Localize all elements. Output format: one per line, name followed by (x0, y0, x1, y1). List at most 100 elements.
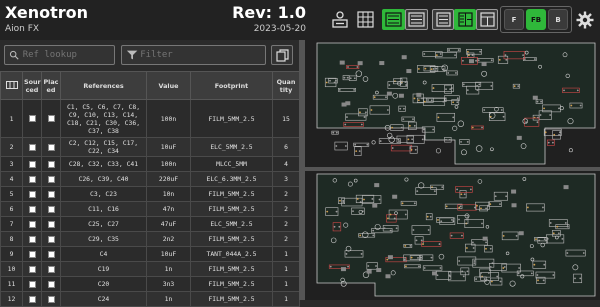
placed-checkbox[interactable] (41, 99, 61, 138)
value-header[interactable]: Value (146, 71, 191, 100)
layout-bom-only-button[interactable] (432, 9, 454, 30)
row-number: 5 (0, 186, 23, 202)
checkbox[interactable] (47, 220, 55, 228)
value-cell: 10n (146, 186, 191, 202)
filter-input[interactable] (140, 50, 265, 60)
footprint-cell: FILM_5MM_2.5 (190, 291, 273, 307)
bom-row[interactable]: 10 C19 1n FILM_5MM_2.5 1 (0, 261, 300, 277)
sourced-checkbox[interactable] (22, 137, 42, 157)
checkbox[interactable] (47, 265, 55, 273)
sourced-checkbox[interactable] (22, 261, 42, 277)
quantity-header[interactable]: Quan tity (272, 71, 300, 100)
checkbox[interactable] (28, 265, 36, 273)
copy-bom-button[interactable] (271, 45, 293, 65)
ref-lookup-input[interactable] (22, 50, 114, 60)
quantity-cell: 1 (272, 261, 300, 277)
checkbox[interactable] (47, 235, 55, 243)
bom-row[interactable]: 8 C29, C35 2n2 FILM_5MM_2.5 2 (0, 231, 300, 247)
placed-checkbox[interactable] (41, 276, 61, 292)
sourced-checkbox[interactable] (22, 99, 42, 138)
placed-checkbox[interactable] (41, 137, 61, 157)
layout-left-right-button[interactable] (454, 9, 476, 30)
checkbox[interactable] (28, 115, 36, 122)
company-name: Aion FX (5, 24, 40, 34)
row-number: 1 (0, 99, 23, 138)
bom-row[interactable]: 6 C11, C16 47n FILM_5MM_2.5 2 (0, 201, 300, 217)
column-selector-header[interactable] (0, 71, 23, 100)
sourced-checkbox[interactable] (22, 156, 42, 172)
sourced-checkbox[interactable] (22, 201, 42, 217)
checkbox[interactable] (47, 280, 55, 288)
bom-ungrouped-button[interactable] (405, 9, 428, 30)
checkbox[interactable] (47, 175, 55, 183)
bom-row[interactable]: 4 C26, C39, C40 220uF ELC_6.3MM_2.5 3 (0, 171, 300, 187)
checkbox[interactable] (28, 160, 36, 168)
sourced-checkbox[interactable] (22, 231, 42, 247)
placed-checkbox[interactable] (41, 186, 61, 202)
bom-table: Sour ced Plac ed References Value Footprin… (0, 71, 300, 307)
checkbox[interactable] (47, 205, 55, 213)
references-cell: C24 (60, 291, 147, 307)
references-header[interactable]: References (60, 71, 147, 100)
checkbox[interactable] (28, 143, 36, 151)
references-cell: C11, C16 (60, 201, 147, 217)
settings-button[interactable] (575, 9, 595, 30)
layer-back-button[interactable]: B (548, 9, 568, 30)
checkbox[interactable] (28, 250, 36, 258)
bom-row[interactable]: 12 C24 1n FILM_5MM_2.5 1 (0, 291, 300, 307)
layer-front-back-button[interactable]: FB (526, 9, 546, 30)
sourced-checkbox[interactable] (22, 246, 42, 262)
placed-checkbox[interactable] (41, 231, 61, 247)
pcb-view-divider[interactable] (305, 167, 600, 171)
filter-box[interactable] (121, 45, 266, 65)
sourced-checkbox[interactable] (22, 276, 42, 292)
front-pcb-canvas[interactable] (305, 40, 600, 167)
filter-icon (126, 50, 138, 60)
checkbox[interactable] (28, 280, 36, 288)
layer-front-button[interactable]: F (504, 9, 524, 30)
checkbox[interactable] (47, 115, 55, 122)
checkbox[interactable] (28, 235, 36, 243)
sourced-checkbox[interactable] (22, 216, 42, 232)
checkbox[interactable] (47, 295, 55, 303)
placed-checkbox[interactable] (41, 246, 61, 262)
sourced-checkbox[interactable] (22, 186, 42, 202)
grid-button[interactable] (355, 9, 376, 30)
checkbox[interactable] (28, 220, 36, 228)
placed-checkbox[interactable] (41, 216, 61, 232)
placed-checkbox[interactable] (41, 171, 61, 187)
sourced-checkbox[interactable] (22, 171, 42, 187)
bom-row[interactable]: 3 C28, C32, C33, C41 100n MLCC_5MM 4 (0, 156, 300, 172)
bom-row[interactable]: 2 C2, C12, C15, C17, C22, C34 10uF ELC_5MM_… (0, 137, 300, 157)
bom-row[interactable]: 11 C20 3n3 FILM_5MM_2.5 1 (0, 276, 300, 292)
checkbox[interactable] (28, 205, 36, 213)
references-cell: C26, C39, C40 (60, 171, 147, 187)
bom-row[interactable]: 9 C4 10uF TANT_044A_2.5 1 (0, 246, 300, 262)
placed-checkbox[interactable] (41, 201, 61, 217)
checkbox[interactable] (47, 143, 55, 151)
placed-checkbox[interactable] (41, 156, 61, 172)
placed-checkbox[interactable] (41, 261, 61, 277)
checkbox[interactable] (28, 190, 36, 198)
bom-row[interactable]: 5 C3, C23 10n FILM_5MM_2.5 2 (0, 186, 300, 202)
placed-checkbox[interactable] (41, 291, 61, 307)
checkbox[interactable] (47, 190, 55, 198)
back-pcb-canvas[interactable] (305, 171, 600, 300)
checkbox[interactable] (47, 250, 55, 258)
dark-mode-button[interactable] (329, 9, 350, 30)
quantity-cell: 2 (272, 201, 300, 217)
checkbox[interactable] (28, 295, 36, 303)
checkbox[interactable] (47, 160, 55, 168)
bom-grouped-button[interactable] (382, 9, 405, 30)
footprint-header[interactable]: Footprint (190, 71, 273, 100)
layout-top-bottom-button[interactable] (476, 9, 498, 30)
bom-row[interactable]: 1 C1, C5, C6, C7, C8, C9, C10, C13, C14, … (0, 99, 300, 138)
placed-header[interactable]: Plac ed (41, 71, 61, 100)
quantity-cell: 1 (272, 276, 300, 292)
sourced-header[interactable]: Sour ced (22, 71, 42, 100)
ref-lookup-box[interactable] (4, 45, 115, 65)
value-cell: 3n3 (146, 276, 191, 292)
bom-row[interactable]: 7 C25, C27 47uF ELC_5MM_2.5 2 (0, 216, 300, 232)
sourced-checkbox[interactable] (22, 291, 42, 307)
checkbox[interactable] (28, 175, 36, 183)
